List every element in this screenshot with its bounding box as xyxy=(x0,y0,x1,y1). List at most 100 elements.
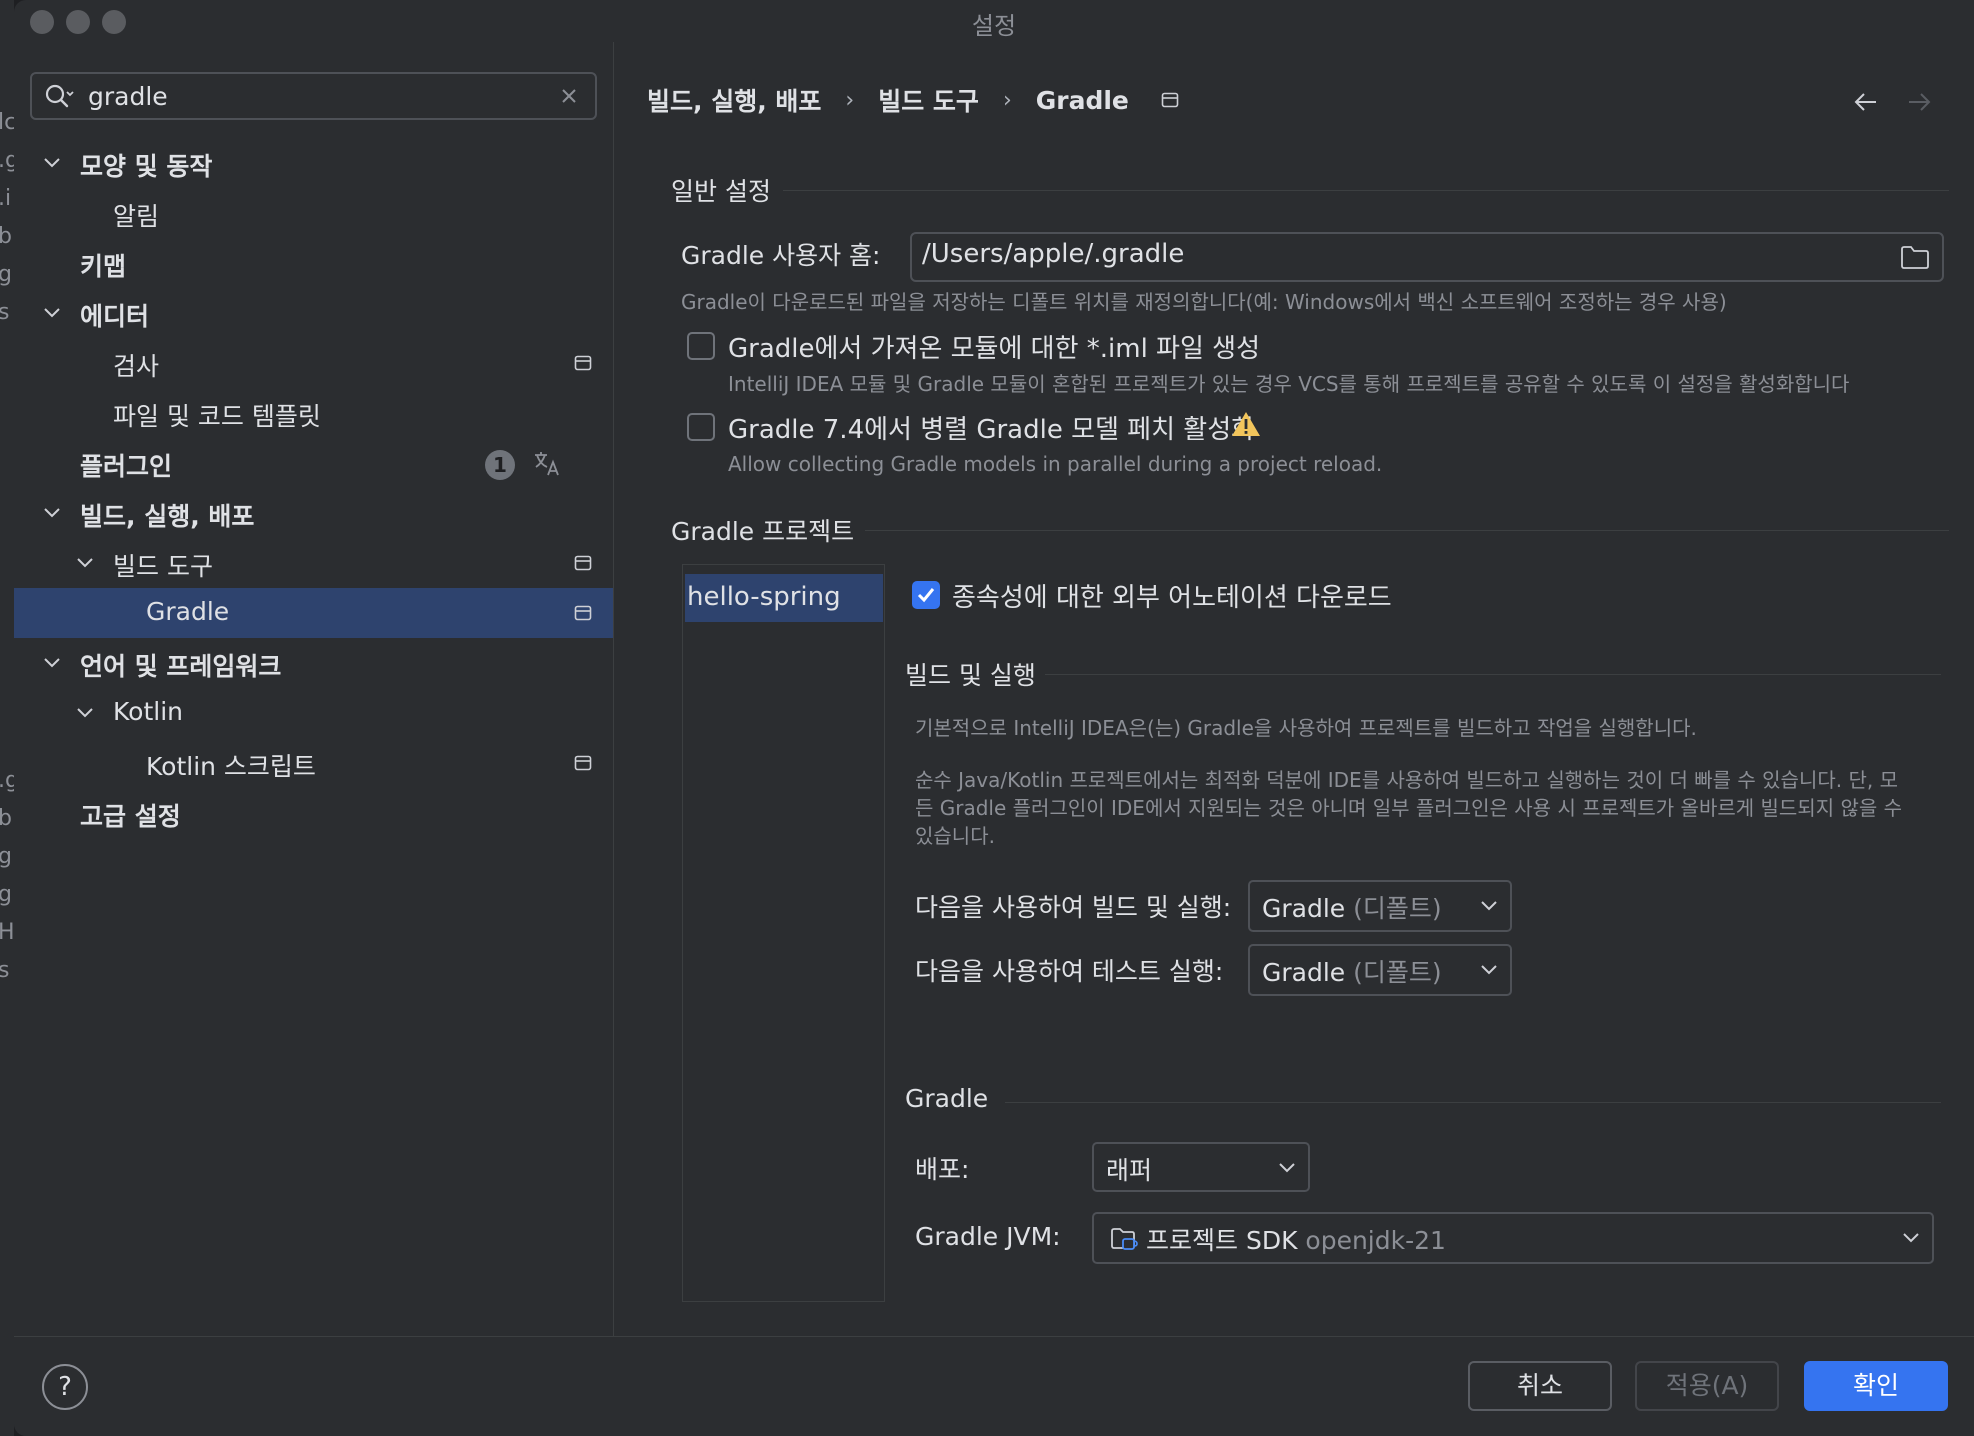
help-button[interactable]: ? xyxy=(42,1364,88,1410)
project-name: hello-spring xyxy=(687,582,841,612)
tree-item[interactable]: 빌드 도구 xyxy=(14,538,613,588)
apply-button[interactable]: 적용(A) xyxy=(1635,1361,1779,1411)
forward-arrow-icon[interactable] xyxy=(1905,88,1933,116)
project-scope-icon xyxy=(574,605,592,621)
dropdown-value: Gradle (디폴트) xyxy=(1262,958,1442,987)
tree-item[interactable]: 고급 설정 xyxy=(14,788,613,838)
section-divider xyxy=(1005,1102,1941,1103)
search-input[interactable] xyxy=(88,80,528,112)
gradle-user-home-hint: Gradle이 다운로드된 파일을 저장하는 디폴트 위치를 재정의합니다(예:… xyxy=(681,290,1727,314)
build-and-run-using-label: 다음을 사용하여 빌드 및 실행: xyxy=(915,893,1232,922)
ok-button[interactable]: 확인 xyxy=(1804,1361,1948,1411)
gradle-jvm-label: Gradle JVM: xyxy=(915,1222,1061,1251)
project-scope-icon xyxy=(574,755,592,771)
tree-item[interactable]: Kotlin xyxy=(14,688,613,738)
window-title: 설정 xyxy=(971,12,1017,40)
tree-item[interactable]: 알림 xyxy=(14,188,613,238)
chevron-down-icon[interactable] xyxy=(42,503,62,523)
tree-item[interactable]: 언어 및 프레임워크 xyxy=(14,638,613,688)
tree-item[interactable]: 모양 및 동작 xyxy=(14,138,613,188)
tree-item-label: 언어 및 프레임워크 xyxy=(80,652,282,681)
tree-item[interactable]: 빌드, 실행, 배포 xyxy=(14,488,613,538)
generate-iml-label[interactable]: Gradle에서 가져온 모듈에 대한 *.iml 파일 생성 xyxy=(728,328,1260,365)
tree-item-label: 고급 설정 xyxy=(80,802,181,831)
build-run-optimization-note: 순수 Java/Kotlin 프로젝트에서는 최적화 덕분에 IDE를 사용하여… xyxy=(915,766,1955,850)
chevron-down-icon xyxy=(1903,1233,1919,1243)
tree-item-label: 플러그인 xyxy=(80,452,173,481)
section-divider xyxy=(1045,674,1941,675)
settings-content: 빌드, 실행, 배포 › 빌드 도구 › Gradle 일반 설정 Gradle… xyxy=(615,42,1974,1336)
gradle-user-home-field[interactable]: /Users/apple/.gradle xyxy=(910,232,1944,282)
breadcrumb-separator: › xyxy=(845,87,855,113)
chevron-down-icon[interactable] xyxy=(75,553,95,573)
parallel-model-fetch-hint: Allow collecting Gradle models in parall… xyxy=(728,452,1383,476)
run-tests-using-dropdown[interactable]: Gradle (디폴트) xyxy=(1248,944,1512,996)
cancel-button[interactable]: 취소 xyxy=(1468,1361,1612,1411)
download-annotations-checkbox[interactable] xyxy=(912,581,940,609)
chevron-down-icon xyxy=(1279,1163,1295,1173)
chevron-down-icon[interactable] xyxy=(42,153,62,173)
build-run-title: 빌드 및 실행 xyxy=(905,661,1036,690)
breadcrumb-current: Gradle xyxy=(1035,85,1129,115)
back-arrow-icon[interactable] xyxy=(1852,88,1880,116)
background-editor-strip: lc.g.i bgs .gbg gHs xyxy=(0,0,14,1436)
run-tests-using-label: 다음을 사용하여 테스트 실행: xyxy=(915,957,1224,986)
chevron-down-icon[interactable] xyxy=(42,303,62,323)
note-line: 든 Gradle 플러그인이 IDE에서 지원되는 것은 아니며 일부 플러그인… xyxy=(915,796,1903,820)
parallel-model-fetch-label[interactable]: Gradle 7.4에서 병렬 Gradle 모델 페치 활성화 xyxy=(728,409,1255,446)
project-sdk-folder-icon xyxy=(1111,1228,1138,1250)
gradle-jvm-value: 프로젝트 SDK openjdk-21 xyxy=(1146,1226,1446,1255)
tree-item-label: 모양 및 동작 xyxy=(80,152,213,181)
tree-item-label: 파일 및 코드 템플릿 xyxy=(113,402,321,431)
clear-search-icon[interactable] xyxy=(557,84,581,108)
tree-item[interactable]: Gradle xyxy=(14,588,613,638)
gradle-section-title: Gradle xyxy=(905,1084,989,1113)
section-divider xyxy=(783,190,1949,191)
tree-item[interactable]: 검사 xyxy=(14,338,613,388)
generate-iml-hint: IntelliJ IDEA 모듈 및 Gradle 모듈이 혼합된 프로젝트가 … xyxy=(728,372,1850,396)
generate-iml-checkbox[interactable] xyxy=(687,332,715,360)
breadcrumb-item[interactable]: 빌드 도구 xyxy=(878,82,979,118)
tree-item-label: Kotlin xyxy=(113,697,183,726)
breadcrumb: 빌드, 실행, 배포 › 빌드 도구 › Gradle xyxy=(647,80,1179,120)
parallel-model-fetch-checkbox[interactable] xyxy=(687,413,715,441)
tree-item-label: Kotlin 스크립트 xyxy=(146,752,316,781)
project-list-item[interactable]: hello-spring xyxy=(685,574,883,622)
tree-item[interactable]: 플러그인 1 xyxy=(14,438,613,488)
tree-item[interactable]: 파일 및 코드 템플릿 xyxy=(14,388,613,438)
gradle-user-home-label: Gradle 사용자 홈: xyxy=(681,241,881,270)
settings-search[interactable] xyxy=(30,72,597,120)
tree-item[interactable]: Kotlin 스크립트 xyxy=(14,738,613,788)
chevron-down-icon xyxy=(1481,965,1497,975)
tree-item-label: 빌드, 실행, 배포 xyxy=(80,502,255,531)
breadcrumb-item[interactable]: 빌드, 실행, 배포 xyxy=(647,82,821,118)
tree-item-label: 빌드 도구 xyxy=(113,552,213,581)
tree-item[interactable]: 에디터 xyxy=(14,288,613,338)
title-bar: 설정 xyxy=(14,0,1974,42)
note-line: 순수 Java/Kotlin 프로젝트에서는 최적화 덕분에 IDE를 사용하여… xyxy=(915,768,1898,792)
gradle-projects-title: Gradle 프로젝트 xyxy=(671,517,855,546)
gradle-jvm-dropdown[interactable]: 프로젝트 SDK openjdk-21 xyxy=(1092,1212,1934,1264)
chevron-down-icon[interactable] xyxy=(75,703,95,723)
tree-item-label: 검사 xyxy=(113,352,160,381)
gradle-project-list: hello-spring xyxy=(682,564,885,1302)
settings-sidebar: 모양 및 동작알림키맵에디터검사파일 및 코드 템플릿플러그인 1 빌드, 실행, … xyxy=(14,42,614,1336)
download-annotations-label[interactable]: 종속성에 대한 외부 어노테이션 다운로드 xyxy=(952,577,1392,614)
update-count-badge: 1 xyxy=(485,450,515,480)
chevron-down-icon xyxy=(1481,901,1497,911)
tree-item-label: Gradle xyxy=(146,597,230,626)
checkmark-icon xyxy=(917,588,935,603)
tree-item-label: 에디터 xyxy=(80,302,150,331)
folder-icon[interactable] xyxy=(1900,244,1930,270)
gradle-user-home-value: /Users/apple/.gradle xyxy=(922,239,1185,269)
settings-dialog: 설정 모양 및 동작알림키맵에디터검사파일 및 코드 템플릿플러그인 1 빌드, 실… xyxy=(14,0,1974,1436)
tree-item[interactable]: 키맵 xyxy=(14,238,613,288)
project-scope-icon xyxy=(574,555,592,571)
build-and-run-using-dropdown[interactable]: Gradle (디폴트) xyxy=(1248,880,1512,932)
note-line: 있습니다. xyxy=(915,824,995,848)
search-icon xyxy=(45,84,74,108)
chevron-down-icon[interactable] xyxy=(42,653,62,673)
build-run-description: 기본적으로 IntelliJ IDEA은(는) Gradle을 사용하여 프로젝… xyxy=(915,716,1697,740)
distribution-dropdown[interactable]: 래퍼 xyxy=(1092,1142,1310,1192)
tree-item-label: 키맵 xyxy=(80,252,127,281)
